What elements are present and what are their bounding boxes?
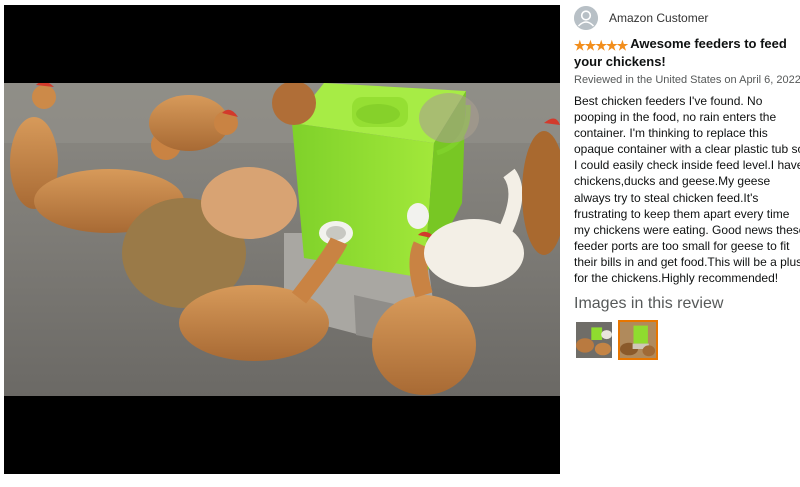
star-icon: ★: [616, 38, 629, 53]
user-avatar-icon: [574, 6, 598, 30]
review-title-row: ★★★★★ Awesome feeders to feed your chick…: [574, 36, 800, 70]
star-icon: ★: [584, 38, 597, 53]
review-date: Reviewed in the United States on April 6…: [574, 74, 800, 86]
star-icon: ★: [595, 38, 607, 53]
reviewer-profile[interactable]: Amazon Customer: [574, 6, 800, 30]
thumbnail-strip: [574, 320, 800, 361]
star-rating[interactable]: ★★★★★: [574, 38, 629, 54]
review-photo[interactable]: [4, 83, 560, 396]
reviewer-name[interactable]: Amazon Customer: [609, 11, 708, 25]
thumbnail-1[interactable]: [574, 320, 614, 360]
images-heading: Images in this review: [574, 295, 724, 313]
image-viewer: [4, 5, 560, 474]
thumbnail-2[interactable]: [618, 320, 658, 361]
review-panel: Amazon Customer ★★★★★ Awesome feeders to…: [574, 6, 800, 487]
star-icon: ★: [574, 38, 586, 53]
star-icon: ★: [605, 38, 618, 53]
review-body: Best chicken feeders I've found. No poop…: [574, 94, 800, 286]
chicken-feeder-photo: [4, 83, 560, 396]
